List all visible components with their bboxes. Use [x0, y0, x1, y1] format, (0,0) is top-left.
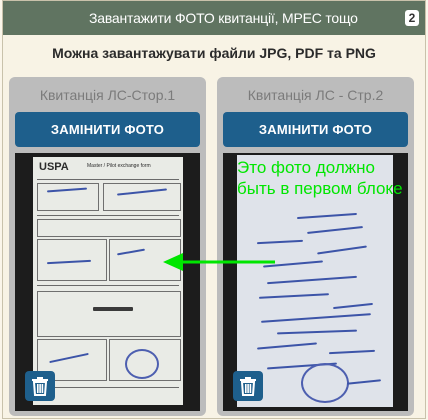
trash-icon — [240, 377, 256, 396]
allowed-formats-text: Можна завантажувати файли JPG, PDF та PN… — [52, 45, 376, 61]
document-image: USPA Master / Pilot exchange form — [33, 157, 183, 405]
receipt-card-page-1: Квитанція ЛС-Стор.1 ЗАМІНИТИ ФОТО USPA M… — [9, 77, 206, 416]
trash-icon — [32, 377, 48, 396]
replace-photo-button[interactable]: ЗАМІНИТИ ФОТО — [223, 112, 408, 147]
annotation-text: Это фото должно быть в первом блоке — [237, 158, 403, 198]
count-badge: 2 — [405, 10, 419, 26]
panel-title: Завантажити ФОТО квитанції, МРЕС тощо — [89, 10, 358, 26]
delete-photo-button[interactable] — [233, 371, 263, 401]
card-label: Квитанція ЛС-Стор.1 — [39, 87, 176, 103]
receipt-photo-preview: Это фото должно быть в первом блоке — [223, 153, 408, 411]
document-stamp — [301, 363, 349, 403]
document-form-title: Master / Pilot exchange form — [87, 163, 151, 169]
replace-photo-button[interactable]: ЗАМІНИТИ ФОТО — [15, 112, 200, 147]
receipt-photo-preview: USPA Master / Pilot exchange form — [15, 153, 200, 411]
card-label: Квитанція ЛС - Стр.2 — [247, 87, 384, 103]
document-logo: USPA — [39, 161, 69, 173]
delete-photo-button[interactable] — [25, 371, 55, 401]
document-stamp — [125, 349, 159, 379]
upload-panel: Завантажити ФОТО квитанції, МРЕС тощо 2 … — [2, 0, 426, 419]
receipt-card-page-2: Квитанція ЛС - Стр.2 ЗАМІНИТИ ФОТО Это ф… — [217, 77, 414, 416]
panel-header: Завантажити ФОТО квитанції, МРЕС тощо 2 — [3, 1, 425, 35]
